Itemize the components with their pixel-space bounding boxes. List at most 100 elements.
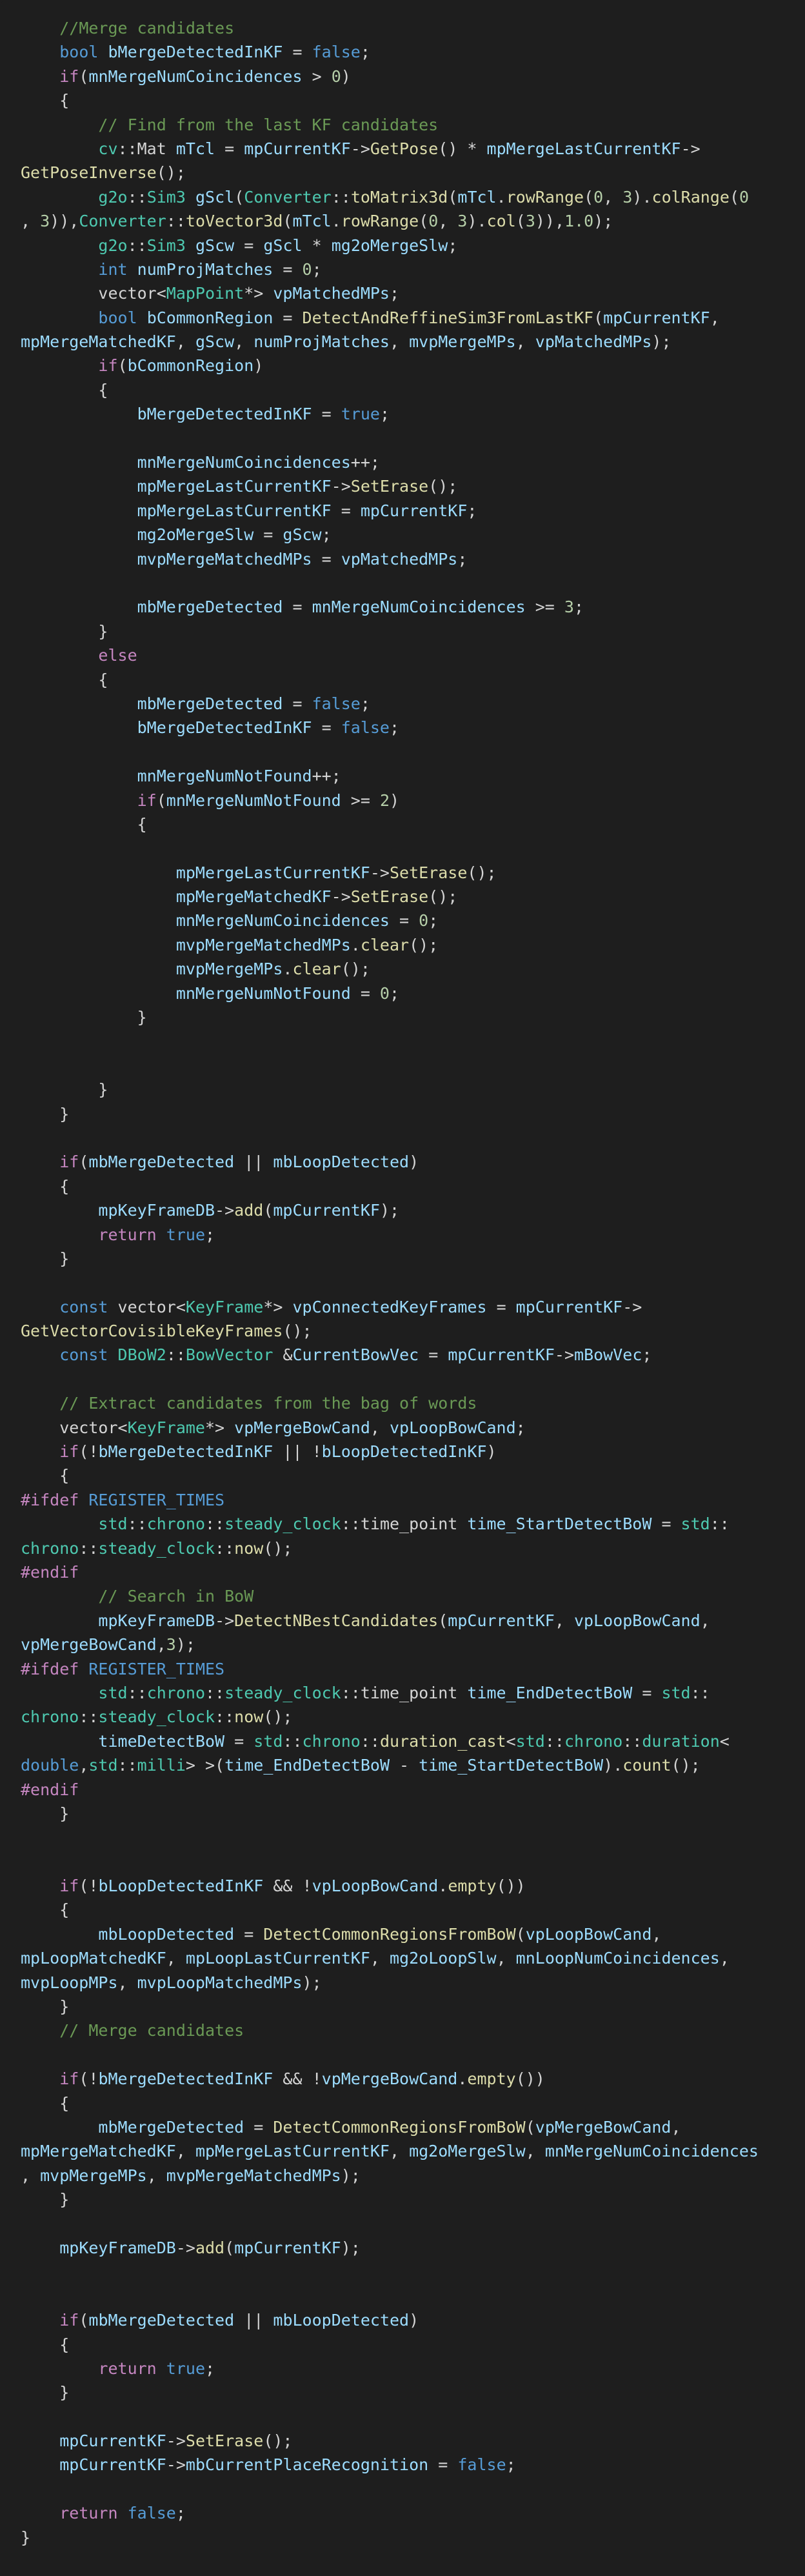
code-token: = bbox=[312, 549, 341, 569]
code-token: ( bbox=[419, 212, 429, 231]
code-token: std bbox=[515, 1731, 545, 1751]
code-line: mnMergeNumNotFound = 0; bbox=[21, 981, 805, 1005]
code-token: , bbox=[21, 212, 41, 231]
code-token: 0 bbox=[739, 187, 750, 206]
code-token: mpKeyFrameDB bbox=[59, 2238, 176, 2257]
code-token: )), bbox=[535, 212, 565, 231]
code-token: < bbox=[506, 1731, 516, 1751]
code-token: -> bbox=[681, 139, 701, 158]
code-line: cv::Mat mTcl = mpCurrentKF->GetPose() * … bbox=[21, 137, 805, 161]
code-token: mpCurrentKF bbox=[244, 139, 351, 158]
code-token: mpMergeLastCurrentKF bbox=[486, 139, 681, 158]
code-token: SetErase bbox=[389, 863, 468, 882]
code-token: :: bbox=[215, 1538, 235, 1558]
code-token: } bbox=[21, 1804, 70, 1823]
code-token: :: bbox=[622, 1731, 642, 1751]
code-line: // Search in BoW bbox=[21, 1584, 805, 1608]
code-token: Sim3 bbox=[146, 187, 186, 206]
code-token: #endif bbox=[21, 1563, 79, 1582]
code-token: ; bbox=[389, 284, 400, 303]
code-line: mvpMergeMatchedMPs.clear(); bbox=[21, 933, 805, 957]
code-line: } bbox=[21, 1078, 805, 1102]
code-token: = bbox=[283, 43, 312, 62]
code-token: mBowVec bbox=[574, 1345, 642, 1365]
code-token: vpMatchedMPs bbox=[341, 549, 458, 569]
code-token: DetectCommonRegionsFromBoW bbox=[263, 1924, 516, 1944]
code-token: , bbox=[175, 332, 195, 352]
code-token: mvpLoopMPs bbox=[21, 1973, 118, 1992]
code-token: GetPoseInverse bbox=[21, 163, 157, 183]
code-token: ( bbox=[283, 212, 293, 231]
code-line: if(!bLoopDetectedInKF && !vpLoopBowCand.… bbox=[21, 1874, 805, 1898]
code-token: && ! bbox=[273, 2069, 322, 2089]
code-token: false bbox=[127, 2504, 176, 2523]
code-token: vpLoopBowCand bbox=[573, 1611, 701, 1630]
code-token: if bbox=[59, 2311, 79, 2330]
code-line: mpMergeLastCurrentKF->SetErase(); bbox=[21, 474, 805, 498]
code-token: ()) bbox=[496, 1877, 526, 1896]
code-line: std::chrono::steady_clock::time_point ti… bbox=[21, 1681, 805, 1705]
code-token: return bbox=[59, 2504, 118, 2523]
code-token: } bbox=[21, 2528, 31, 2547]
code-token: ; bbox=[360, 694, 370, 713]
code-line: std::chrono::steady_clock::time_point ti… bbox=[21, 1512, 805, 1536]
code-line: bMergeDetectedInKF = false; bbox=[21, 716, 805, 740]
code-token: mTcl bbox=[292, 212, 332, 231]
code-token: vector< bbox=[108, 1297, 186, 1316]
code-token: ( bbox=[224, 2238, 235, 2257]
code-token: if bbox=[59, 1442, 79, 1462]
code-token: ; bbox=[428, 911, 439, 931]
code-token: #endif bbox=[21, 1780, 79, 1799]
code-line: mnMergeNumNotFound++; bbox=[21, 764, 805, 788]
code-block[interactable]: //Merge candidates bool bMergeDetectedIn… bbox=[21, 16, 805, 2550]
code-line: GetVectorCovisibleKeyFrames(); bbox=[21, 1319, 805, 1343]
code-token: *> bbox=[205, 1418, 235, 1437]
code-token: } bbox=[21, 2383, 70, 2402]
code-line: else bbox=[21, 643, 805, 667]
code-token: ; bbox=[515, 1418, 526, 1437]
code-token: * bbox=[302, 236, 332, 255]
code-token: //Merge candidates bbox=[59, 19, 235, 37]
code-token: ::time_point bbox=[341, 1683, 468, 1702]
code-token: :: bbox=[79, 1707, 99, 1727]
code-token: if bbox=[98, 356, 118, 376]
code-token: (); bbox=[156, 163, 186, 183]
code-token: ; bbox=[389, 718, 400, 738]
code-token: bCommonRegion bbox=[127, 356, 254, 376]
code-token: = bbox=[331, 501, 361, 520]
code-token: mnLoopNumCoincidences bbox=[515, 1949, 720, 1968]
code-token: ). bbox=[467, 212, 487, 231]
code-line: mpKeyFrameDB->add(mpCurrentKF); bbox=[21, 1198, 805, 1222]
code-token: empty bbox=[467, 2069, 516, 2089]
code-token: = bbox=[312, 405, 341, 424]
code-token: ). bbox=[632, 187, 652, 206]
code-line: } bbox=[21, 1802, 805, 1826]
code-token: -> bbox=[175, 2238, 195, 2257]
code-token: mpCurrentKF bbox=[603, 308, 710, 327]
code-token: now bbox=[234, 1538, 264, 1558]
code-line: mvpMergeMPs.clear(); bbox=[21, 957, 805, 981]
code-editor[interactable]: //Merge candidates bool bMergeDetectedIn… bbox=[0, 0, 805, 2576]
code-line: timeDetectBoW = std::chrono::duration_ca… bbox=[21, 1729, 805, 1753]
code-token: chrono bbox=[21, 1538, 79, 1558]
code-token: :: bbox=[127, 236, 147, 255]
code-line: mbMergeDetected = DetectCommonRegionsFro… bbox=[21, 2115, 805, 2139]
code-token: ; bbox=[312, 259, 322, 279]
code-token: -> bbox=[215, 1611, 235, 1630]
code-line: g2o::Sim3 gScw = gScl * mg2oMergeSlw; bbox=[21, 234, 805, 257]
code-token: bMergeDetectedInKF bbox=[137, 405, 312, 424]
code-token: duration bbox=[642, 1731, 720, 1751]
code-token: ( bbox=[515, 1924, 526, 1944]
code-token: ; bbox=[360, 43, 370, 62]
